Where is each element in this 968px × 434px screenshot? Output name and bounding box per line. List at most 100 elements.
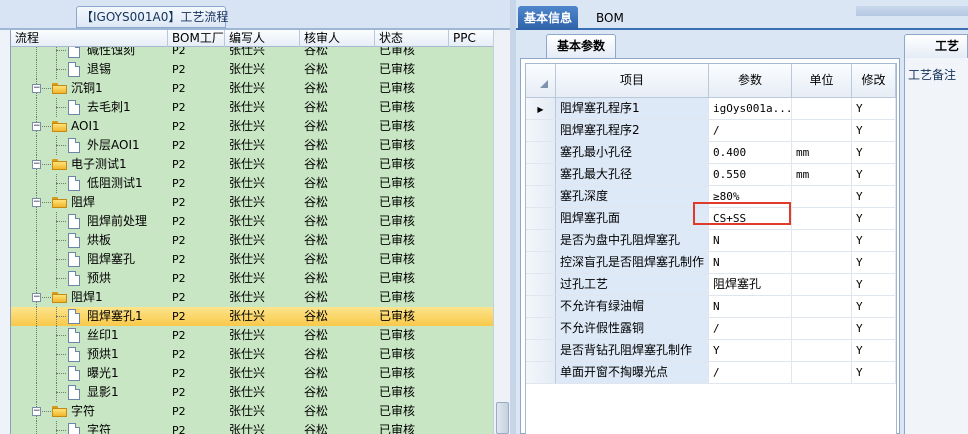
row-indicator[interactable] bbox=[526, 208, 556, 230]
tree-row[interactable]: 阻焊塞孔1 P2 张仕兴 谷松 已审核 bbox=[11, 307, 493, 326]
row-indicator[interactable] bbox=[526, 296, 556, 318]
param-cell-param[interactable]: / bbox=[709, 120, 792, 142]
param-cell-param[interactable]: 阻焊塞孔 bbox=[709, 274, 792, 296]
collapse-toggle-icon[interactable]: − bbox=[32, 407, 41, 416]
param-row[interactable]: 是否背钻孔阻焊塞孔制作 Y Y bbox=[526, 340, 896, 362]
tree-cell-bom: P2 bbox=[172, 310, 186, 323]
tree-cell-writer: 张仕兴 bbox=[229, 290, 266, 304]
tree-cell-bom: P2 bbox=[172, 101, 186, 114]
tree-guide-line bbox=[56, 335, 66, 336]
param-cell-edit: Y bbox=[852, 318, 896, 340]
row-indicator[interactable]: ▶ bbox=[526, 98, 556, 120]
param-cell-param[interactable]: 0.550 bbox=[709, 164, 792, 186]
collapse-toggle-icon[interactable]: − bbox=[32, 293, 41, 302]
param-cell-item: 塞孔最小孔径 bbox=[556, 142, 709, 164]
row-indicator[interactable] bbox=[526, 186, 556, 208]
row-indicator[interactable] bbox=[526, 318, 556, 340]
tab-bom[interactable]: BOM bbox=[590, 6, 630, 30]
row-indicator[interactable] bbox=[526, 340, 556, 362]
row-indicator[interactable] bbox=[526, 230, 556, 252]
tree-cell-status: 已审核 bbox=[379, 366, 416, 380]
tab-basic-info[interactable]: 基本信息 bbox=[518, 6, 579, 30]
tree-row[interactable]: − 阻焊1 P2 张仕兴 谷松 已审核 bbox=[11, 288, 493, 307]
tree-row[interactable]: 曝光1 P2 张仕兴 谷松 已审核 bbox=[11, 364, 493, 383]
tree-cell-writer: 张仕兴 bbox=[229, 81, 266, 95]
param-row[interactable]: 塞孔最小孔径 0.400 mm Y bbox=[526, 142, 896, 164]
scrollbar-thumb[interactable] bbox=[496, 402, 509, 434]
tree-cell-bom: P2 bbox=[172, 348, 186, 361]
tree-column-header[interactable]: 编写人 bbox=[225, 30, 300, 47]
param-cell-param[interactable]: N bbox=[709, 230, 792, 252]
param-row[interactable]: 阻焊塞孔程序2/ Y bbox=[526, 120, 896, 142]
param-cell-unit bbox=[792, 230, 852, 252]
tree-column-header[interactable]: PPC bbox=[449, 30, 493, 47]
param-cell-param[interactable]: / bbox=[709, 318, 792, 340]
collapse-toggle-icon[interactable]: − bbox=[32, 84, 41, 93]
param-row[interactable]: 不允许假性露铜 / Y bbox=[526, 318, 896, 340]
row-indicator[interactable] bbox=[526, 164, 556, 186]
param-row[interactable]: 是否为盘中孔阻焊塞孔 N Y bbox=[526, 230, 896, 252]
param-row[interactable]: 过孔工艺 阻焊塞孔 Y bbox=[526, 274, 896, 296]
tree-guide-line bbox=[56, 430, 66, 431]
tree-column-header[interactable]: BOM工厂 bbox=[168, 30, 225, 47]
tree-row[interactable]: − 沉铜1 P2 张仕兴 谷松 已审核 bbox=[11, 79, 493, 98]
tree-row[interactable]: 去毛刺1 P2 张仕兴 谷松 已审核 bbox=[11, 98, 493, 117]
row-indicator[interactable] bbox=[526, 362, 556, 384]
tree-row[interactable]: 显影1 P2 张仕兴 谷松 已审核 bbox=[11, 383, 493, 402]
param-cell-param[interactable]: 0.400 bbox=[709, 142, 792, 164]
process-flow-title-tab[interactable]: 【IGOYS001A0】工艺流程 bbox=[76, 6, 228, 28]
param-cell-param[interactable]: N bbox=[709, 252, 792, 274]
tree-guide-line bbox=[56, 373, 66, 374]
tab-process[interactable]: 工艺 bbox=[904, 34, 968, 58]
tree-row[interactable]: − 电子测试1 P2 张仕兴 谷松 已审核 bbox=[11, 155, 493, 174]
tree-cell-writer: 张仕兴 bbox=[229, 233, 266, 247]
tree-vertical-scrollbar[interactable] bbox=[493, 30, 510, 434]
param-cell-param[interactable]: N bbox=[709, 296, 792, 318]
tree-row[interactable]: 退锡 P2 张仕兴 谷松 已审核 bbox=[11, 60, 493, 79]
row-indicator[interactable] bbox=[526, 142, 556, 164]
collapse-toggle-icon[interactable]: − bbox=[32, 160, 41, 169]
param-cell-param[interactable]: igOys001a... bbox=[709, 98, 792, 120]
tree-row[interactable]: 阻焊前处理 P2 张仕兴 谷松 已审核 bbox=[11, 212, 493, 231]
tree-row[interactable]: − 阻焊 P2 张仕兴 谷松 已审核 bbox=[11, 193, 493, 212]
tree-cell-status: 已审核 bbox=[379, 385, 416, 399]
tree-row[interactable]: 预烘1 P2 张仕兴 谷松 已审核 bbox=[11, 345, 493, 364]
tree-cell-bom: P2 bbox=[172, 367, 186, 380]
param-cell-item: 塞孔深度 bbox=[556, 186, 709, 208]
param-cell-param[interactable]: / bbox=[709, 362, 792, 384]
tab-basic-params[interactable]: 基本参数 bbox=[546, 34, 617, 58]
row-indicator[interactable] bbox=[526, 252, 556, 274]
tree-row[interactable]: 碱性蚀刻 P2 张仕兴 谷松 已审核 bbox=[11, 47, 493, 60]
tree-column-header[interactable]: 流程 bbox=[11, 30, 168, 47]
row-indicator[interactable] bbox=[526, 120, 556, 142]
tree-guide-line bbox=[56, 221, 66, 222]
tree-row[interactable]: 丝印1 P2 张仕兴 谷松 已审核 bbox=[11, 326, 493, 345]
tree-row[interactable]: 阻焊塞孔 P2 张仕兴 谷松 已审核 bbox=[11, 250, 493, 269]
grid-column-header[interactable]: 项目 bbox=[556, 64, 709, 98]
tree-row[interactable]: 预烘 P2 张仕兴 谷松 已审核 bbox=[11, 269, 493, 288]
tree-row[interactable]: − 字符 P2 张仕兴 谷松 已审核 bbox=[11, 402, 493, 421]
param-cell-param[interactable]: Y bbox=[709, 340, 792, 362]
row-indicator[interactable] bbox=[526, 274, 556, 296]
collapse-toggle-icon[interactable]: − bbox=[32, 198, 41, 207]
tree-cell-bom: P2 bbox=[172, 234, 186, 247]
param-row[interactable]: 单面开窗不掏曝光点 / Y bbox=[526, 362, 896, 384]
collapse-toggle-icon[interactable]: − bbox=[32, 122, 41, 131]
grid-column-header[interactable]: 修改 bbox=[852, 64, 896, 98]
param-cell-item: 不允许有绿油帽 bbox=[556, 296, 709, 318]
tree-row[interactable]: 外层AOI1 P2 张仕兴 谷松 已审核 bbox=[11, 136, 493, 155]
tree-row[interactable]: 字符 P2 张仕兴 谷松 已审核 bbox=[11, 421, 493, 434]
tree-column-header[interactable]: 状态 bbox=[375, 30, 449, 47]
grid-column-header[interactable]: 单位 bbox=[792, 64, 852, 98]
document-icon bbox=[68, 366, 80, 381]
param-row[interactable]: 控深盲孔是否阻焊塞孔制作 N Y bbox=[526, 252, 896, 274]
param-row[interactable]: ▶ 阻焊塞孔程序1 igOys001a... Y bbox=[526, 98, 896, 120]
tree-column-header[interactable]: 核审人 bbox=[300, 30, 375, 47]
grid-column-header[interactable]: 参数 bbox=[709, 64, 792, 98]
tree-row[interactable]: 低阻测试1 P2 张仕兴 谷松 已审核 bbox=[11, 174, 493, 193]
tree-row[interactable]: − AOI1 P2 张仕兴 谷松 已审核 bbox=[11, 117, 493, 136]
tree-row[interactable]: 烘板 P2 张仕兴 谷松 已审核 bbox=[11, 231, 493, 250]
grid-corner-header[interactable] bbox=[526, 64, 556, 98]
param-row[interactable]: 不允许有绿油帽 N Y bbox=[526, 296, 896, 318]
param-row[interactable]: 塞孔最大孔径 0.550 mm Y bbox=[526, 164, 896, 186]
